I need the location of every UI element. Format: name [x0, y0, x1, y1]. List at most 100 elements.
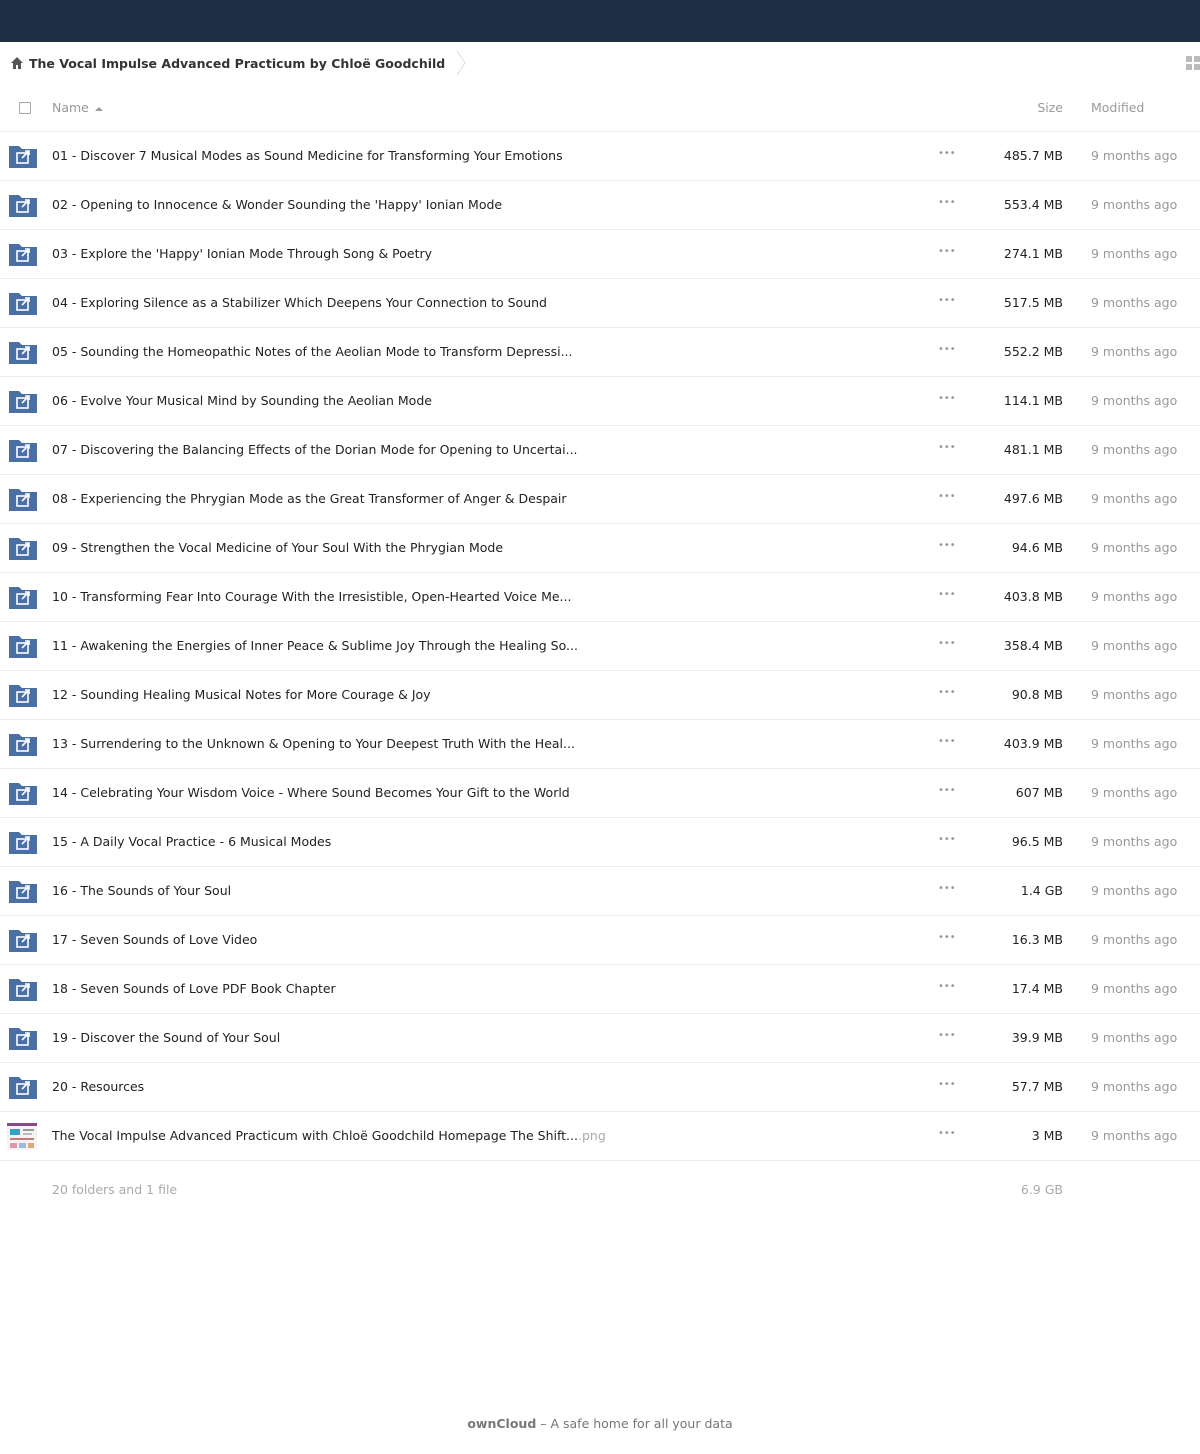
- file-name[interactable]: 08 - Experiencing the Phrygian Mode as t…: [52, 491, 567, 506]
- file-name[interactable]: The Vocal Impulse Advanced Practicum wit…: [52, 1128, 606, 1143]
- shared-folder-icon[interactable]: [9, 389, 37, 413]
- more-actions-icon[interactable]: •••: [938, 932, 956, 943]
- file-basename: 04 - Exploring Silence as a Stabilizer W…: [52, 295, 547, 310]
- more-actions-icon[interactable]: •••: [938, 638, 956, 649]
- file-name[interactable]: 11 - Awakening the Energies of Inner Pea…: [52, 638, 578, 653]
- shared-folder-icon[interactable]: [9, 585, 37, 609]
- more-actions-icon[interactable]: •••: [938, 981, 956, 992]
- more-actions-icon[interactable]: •••: [938, 883, 956, 894]
- shared-folder-icon[interactable]: [9, 193, 37, 217]
- image-thumbnail-icon[interactable]: [7, 1123, 37, 1150]
- shared-folder-icon[interactable]: [9, 487, 37, 511]
- shared-folder-icon[interactable]: [9, 683, 37, 707]
- file-row[interactable]: 03 - Explore the 'Happy' Ionian Mode Thr…: [0, 230, 1200, 279]
- shared-folder-icon[interactable]: [9, 536, 37, 560]
- shared-folder-icon[interactable]: [9, 781, 37, 805]
- shared-folder-icon[interactable]: [9, 144, 37, 168]
- file-name[interactable]: 19 - Discover the Sound of Your Soul: [52, 1030, 280, 1045]
- file-basename: 08 - Experiencing the Phrygian Mode as t…: [52, 491, 567, 506]
- file-name[interactable]: 06 - Evolve Your Musical Mind by Soundin…: [52, 393, 432, 408]
- file-row[interactable]: 11 - Awakening the Energies of Inner Pea…: [0, 622, 1200, 671]
- file-name[interactable]: 13 - Surrendering to the Unknown & Openi…: [52, 736, 575, 751]
- more-actions-icon[interactable]: •••: [938, 344, 956, 355]
- footer: ownCloud – A safe home for all your data: [0, 1416, 1200, 1431]
- file-row[interactable]: 06 - Evolve Your Musical Mind by Soundin…: [0, 377, 1200, 426]
- file-name[interactable]: 04 - Exploring Silence as a Stabilizer W…: [52, 295, 547, 310]
- file-row[interactable]: 05 - Sounding the Homeopathic Notes of t…: [0, 328, 1200, 377]
- file-row[interactable]: 19 - Discover the Sound of Your Soul ••• 3…: [0, 1014, 1200, 1063]
- more-actions-icon[interactable]: •••: [938, 393, 956, 404]
- file-modified: 9 months ago: [1091, 1128, 1178, 1143]
- select-all-checkbox[interactable]: [19, 102, 31, 114]
- more-actions-icon[interactable]: •••: [938, 1128, 956, 1139]
- more-actions-icon[interactable]: •••: [938, 785, 956, 796]
- shared-folder-icon[interactable]: [9, 291, 37, 315]
- file-size: 517.5 MB: [1003, 295, 1063, 310]
- file-name[interactable]: 18 - Seven Sounds of Love PDF Book Chapt…: [52, 981, 336, 996]
- shared-folder-icon[interactable]: [9, 340, 37, 364]
- more-actions-icon[interactable]: •••: [938, 1079, 956, 1090]
- file-name[interactable]: 15 - A Daily Vocal Practice - 6 Musical …: [52, 834, 331, 849]
- file-name[interactable]: 01 - Discover 7 Musical Modes as Sound M…: [52, 148, 563, 163]
- shared-folder-icon[interactable]: [9, 438, 37, 462]
- file-row[interactable]: 15 - A Daily Vocal Practice - 6 Musical …: [0, 818, 1200, 867]
- file-name[interactable]: 12 - Sounding Healing Musical Notes for …: [52, 687, 431, 702]
- file-name[interactable]: 03 - Explore the 'Happy' Ionian Mode Thr…: [52, 246, 432, 261]
- shared-folder-icon[interactable]: [9, 977, 37, 1001]
- shared-folder-icon[interactable]: [9, 732, 37, 756]
- file-row[interactable]: 16 - The Sounds of Your Soul ••• 1.4 GB 9 m…: [0, 867, 1200, 916]
- shared-folder-icon[interactable]: [9, 242, 37, 266]
- file-name[interactable]: 16 - The Sounds of Your Soul: [52, 883, 231, 898]
- file-row[interactable]: 01 - Discover 7 Musical Modes as Sound M…: [0, 132, 1200, 181]
- home-icon[interactable]: [10, 56, 24, 70]
- more-actions-icon[interactable]: •••: [938, 295, 956, 306]
- more-actions-icon[interactable]: •••: [938, 540, 956, 551]
- file-name[interactable]: 05 - Sounding the Homeopathic Notes of t…: [52, 344, 573, 359]
- file-name[interactable]: 07 - Discovering the Balancing Effects o…: [52, 442, 578, 457]
- more-actions-icon[interactable]: •••: [938, 834, 956, 845]
- column-name[interactable]: Name: [52, 100, 103, 115]
- more-actions-icon[interactable]: •••: [938, 589, 956, 600]
- column-modified[interactable]: Modified: [1091, 100, 1144, 115]
- file-row[interactable]: 20 - Resources ••• 57.7 MB 9 months ago: [0, 1063, 1200, 1112]
- file-size: 16.3 MB: [1011, 932, 1063, 947]
- shared-folder-icon[interactable]: [9, 879, 37, 903]
- shared-folder-icon[interactable]: [9, 1075, 37, 1099]
- more-actions-icon[interactable]: •••: [938, 491, 956, 502]
- file-name[interactable]: 09 - Strengthen the Vocal Medicine of Yo…: [52, 540, 503, 555]
- more-actions-icon[interactable]: •••: [938, 442, 956, 453]
- file-row[interactable]: 04 - Exploring Silence as a Stabilizer W…: [0, 279, 1200, 328]
- more-actions-icon[interactable]: •••: [938, 1030, 956, 1041]
- file-row[interactable]: 13 - Surrendering to the Unknown & Openi…: [0, 720, 1200, 769]
- shared-folder-icon[interactable]: [9, 634, 37, 658]
- breadcrumb-folder[interactable]: The Vocal Impulse Advanced Practicum by …: [29, 56, 445, 71]
- more-actions-icon[interactable]: •••: [938, 246, 956, 257]
- file-name[interactable]: 20 - Resources: [52, 1079, 144, 1094]
- shared-folder-icon[interactable]: [9, 1026, 37, 1050]
- file-name[interactable]: 14 - Celebrating Your Wisdom Voice - Whe…: [52, 785, 570, 800]
- file-row[interactable]: 02 - Opening to Innocence & Wonder Sound…: [0, 181, 1200, 230]
- file-row[interactable]: 07 - Discovering the Balancing Effects o…: [0, 426, 1200, 475]
- shared-folder-icon[interactable]: [9, 928, 37, 952]
- shared-folder-icon[interactable]: [9, 830, 37, 854]
- file-row[interactable]: The Vocal Impulse Advanced Practicum wit…: [0, 1112, 1200, 1161]
- footer-brand[interactable]: ownCloud: [467, 1416, 536, 1431]
- file-row[interactable]: 14 - Celebrating Your Wisdom Voice - Whe…: [0, 769, 1200, 818]
- file-name[interactable]: 02 - Opening to Innocence & Wonder Sound…: [52, 197, 502, 212]
- file-name[interactable]: 17 - Seven Sounds of Love Video: [52, 932, 257, 947]
- grid-view-icon[interactable]: [1186, 56, 1200, 70]
- more-actions-icon[interactable]: •••: [938, 197, 956, 208]
- file-modified: 9 months ago: [1091, 295, 1178, 310]
- file-row[interactable]: 18 - Seven Sounds of Love PDF Book Chapt…: [0, 965, 1200, 1014]
- file-row[interactable]: 08 - Experiencing the Phrygian Mode as t…: [0, 475, 1200, 524]
- file-modified: 9 months ago: [1091, 834, 1178, 849]
- file-row[interactable]: 09 - Strengthen the Vocal Medicine of Yo…: [0, 524, 1200, 573]
- file-name[interactable]: 10 - Transforming Fear Into Courage With…: [52, 589, 571, 604]
- more-actions-icon[interactable]: •••: [938, 148, 956, 159]
- file-row[interactable]: 12 - Sounding Healing Musical Notes for …: [0, 671, 1200, 720]
- more-actions-icon[interactable]: •••: [938, 687, 956, 698]
- file-row[interactable]: 17 - Seven Sounds of Love Video ••• 16.3 M…: [0, 916, 1200, 965]
- file-row[interactable]: 10 - Transforming Fear Into Courage With…: [0, 573, 1200, 622]
- more-actions-icon[interactable]: •••: [938, 736, 956, 747]
- column-size[interactable]: Size: [1037, 100, 1063, 115]
